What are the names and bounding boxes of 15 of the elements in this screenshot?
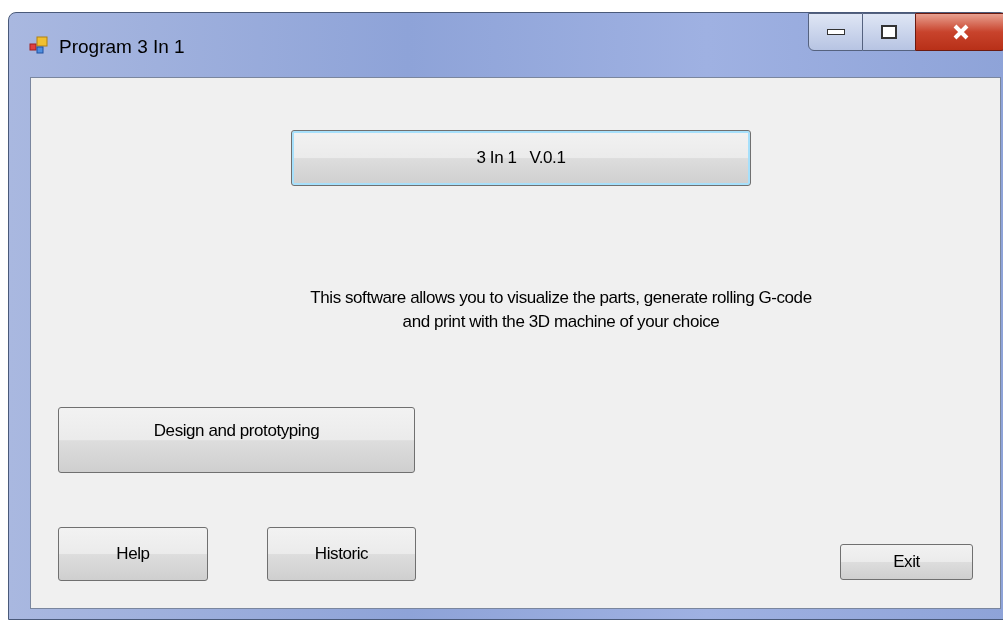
description-text: and print with the 3D machine of your choice <box>402 311 720 333</box>
version-button[interactable]: 3 In 1 V.0.1 <box>291 130 751 186</box>
maximize-button[interactable] <box>863 13 915 51</box>
minimize-icon <box>826 29 845 35</box>
design-button[interactable]: Design and prototyping <box>58 407 415 473</box>
exit-button[interactable]: Exit <box>840 544 973 580</box>
help-button[interactable]: Help <box>58 527 208 581</box>
window-title: Program 3 In 1 <box>59 35 185 59</box>
maximize-icon <box>881 25 897 39</box>
description-text: This software allows you to visualize the parts, generate rolling G-code <box>310 287 812 309</box>
close-button[interactable] <box>915 13 1003 51</box>
minimize-button[interactable] <box>808 13 863 51</box>
close-icon <box>952 24 970 40</box>
app-icon <box>29 35 49 55</box>
historic-button[interactable]: Historic <box>267 527 416 581</box>
